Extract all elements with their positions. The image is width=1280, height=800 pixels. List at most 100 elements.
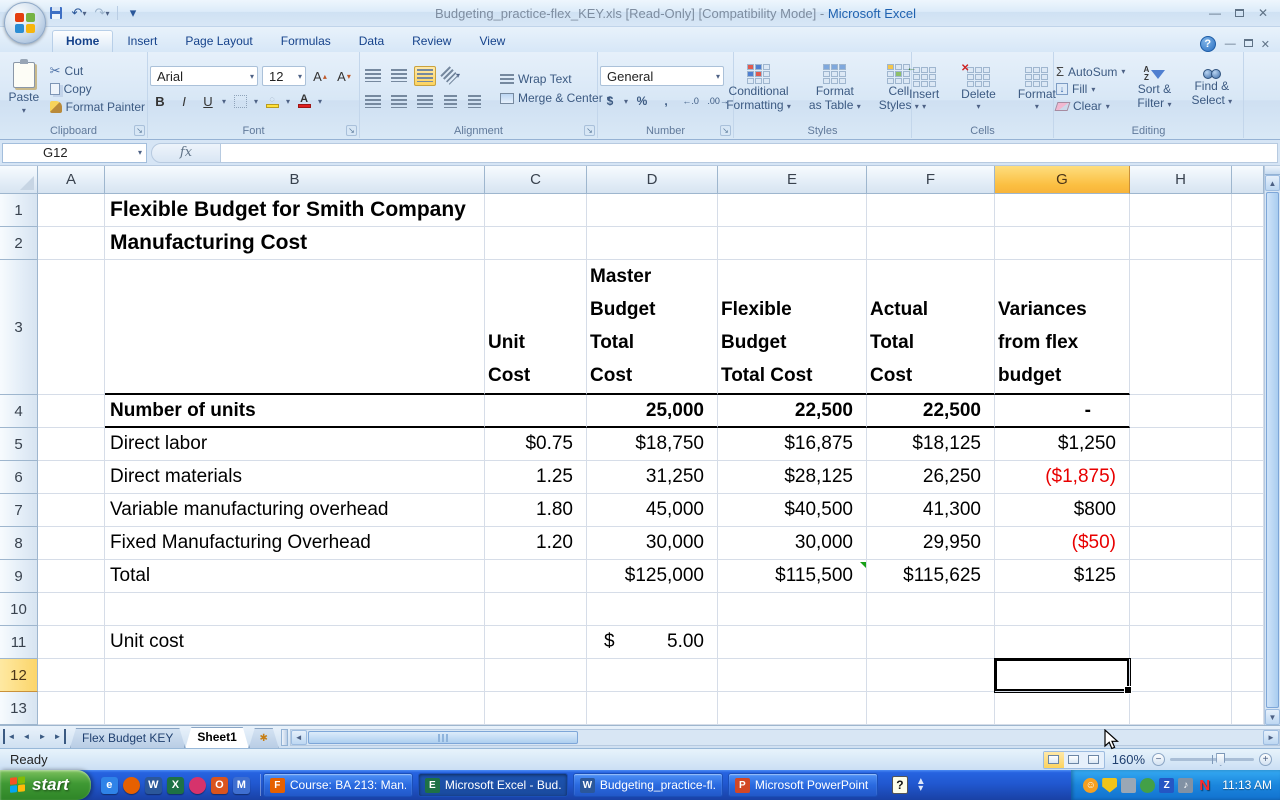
cell-e-10[interactable] [718,593,867,626]
cell-b-8[interactable]: Fixed Manufacturing Overhead [105,527,485,560]
norton-icon[interactable]: N [1197,777,1212,794]
row-header-1[interactable]: 1 [0,194,38,227]
row-header-7[interactable]: 7 [0,494,38,527]
zoom-slider-thumb[interactable] [1216,753,1226,766]
close-button[interactable]: ✕ [1256,6,1270,20]
insert-worksheet-button[interactable]: ✱ [249,728,279,748]
clipboard-dialog-launcher[interactable]: ↘ [134,125,145,136]
cell-partial-12[interactable] [1232,659,1264,692]
bold-button[interactable]: B [150,91,170,111]
cell-g-13[interactable] [995,692,1130,725]
undo-button[interactable]: ↶ ▾ [69,4,89,22]
previous-sheet-button[interactable]: ◄ [19,729,34,744]
cell-b-4[interactable]: Number of units [105,395,485,428]
cell-h-6[interactable] [1130,461,1232,494]
outlook-icon[interactable]: O [210,776,228,794]
column-header-d[interactable]: D [587,166,718,194]
cell-e-3[interactable]: Flexible Budget Total Cost [718,260,867,395]
cell-f-4[interactable]: 22,500 [867,395,995,428]
messenger-tray-icon[interactable]: ☺ [1083,777,1099,793]
shrink-font-button[interactable]: A [334,66,354,86]
alignment-dialog-launcher[interactable]: ↘ [584,125,595,136]
word-icon[interactable]: W [144,776,162,794]
cell-c-10[interactable] [485,593,587,626]
scroll-up-button[interactable]: ▲ [1265,175,1280,191]
cell-h-7[interactable] [1130,494,1232,527]
cell-h-13[interactable] [1130,692,1232,725]
cell-h-1[interactable] [1130,194,1232,227]
align-right-button[interactable] [414,92,436,112]
task-button-excel[interactable]: E Microsoft Excel - Bud... [417,773,568,797]
cell-d-1[interactable] [587,194,718,227]
cell-f-11[interactable] [867,626,995,659]
horizontal-scroll-track[interactable] [578,730,1263,745]
conditional-formatting-button[interactable]: Conditional Formatting ▾ [718,54,799,123]
orientation-button[interactable]: ▾ [440,66,463,86]
cell-partial-6[interactable] [1232,461,1264,494]
office-button[interactable] [4,2,46,44]
underline-button[interactable]: U [198,91,218,111]
cell-d-10[interactable] [587,593,718,626]
underline-dropdown[interactable]: ▾ [222,97,226,106]
cell-d-6[interactable]: 31,250 [587,461,718,494]
zoom-in-button[interactable]: + [1259,753,1272,766]
vertical-scrollbar[interactable]: ▲ ▼ [1264,166,1280,725]
cell-partial-9[interactable] [1232,560,1264,593]
cell-c-4[interactable] [485,395,587,428]
borders-button[interactable] [230,91,250,111]
row-header-11[interactable]: 11 [0,626,38,659]
accounting-format-dropdown[interactable]: ▾ [624,97,628,106]
cell-a-7[interactable] [38,494,105,527]
cell-g-9[interactable]: $125 [995,560,1130,593]
help-tray-icon[interactable]: ? [891,776,908,794]
cell-h-10[interactable] [1130,593,1232,626]
cell-g-6[interactable]: ($1,875) [995,461,1130,494]
redo-button[interactable]: ↷ ▾ [92,4,112,22]
zoom-slider-track[interactable] [1170,753,1254,766]
percent-style-button[interactable]: % [632,91,652,111]
scroll-down-button[interactable]: ▼ [1265,709,1280,725]
cell-b-1[interactable]: Flexible Budget for Smith Company [105,194,485,227]
cell-e-7[interactable]: $40,500 [718,494,867,527]
align-center-button[interactable] [388,92,410,112]
insert-function-button[interactable]: fx [151,142,221,163]
borders-dropdown[interactable]: ▾ [254,97,258,106]
cell-h-11[interactable] [1130,626,1232,659]
increase-decimal-button[interactable]: ←.0 [680,91,701,111]
row-header-5[interactable]: 5 [0,428,38,461]
font-family-select[interactable]: Arial ▾ [150,66,258,86]
autosum-button[interactable]: Σ AutoSum ▾ [1056,64,1125,79]
last-sheet-button[interactable]: ► [51,729,66,744]
font-color-dropdown[interactable]: ▾ [318,97,322,106]
ie-icon[interactable]: e [100,776,118,794]
cell-g-1[interactable] [995,194,1130,227]
cell-c-8[interactable]: 1.20 [485,527,587,560]
horizontal-scrollbar[interactable]: ◄ ► [289,729,1280,746]
formula-input[interactable] [221,142,1278,163]
restore-button[interactable] [1232,6,1246,20]
decrease-indent-button[interactable] [440,92,460,112]
cell-partial-4[interactable] [1232,395,1264,428]
number-format-select[interactable]: General ▾ [600,66,724,86]
cell-d-2[interactable] [587,227,718,260]
copy-button[interactable]: Copy [49,82,145,96]
insert-cells-button[interactable]: ← Insert ▾ [901,54,947,123]
cell-b-10[interactable] [105,593,485,626]
cell-d-12[interactable] [587,659,718,692]
cell-h-2[interactable] [1130,227,1232,260]
cell-e-9[interactable]: $115,500 [718,560,867,593]
cell-partial-3[interactable] [1232,260,1264,395]
scroll-left-button[interactable]: ◄ [290,730,307,745]
cell-e-2[interactable] [718,227,867,260]
update-icon[interactable] [1140,777,1156,793]
cell-c-5[interactable]: $0.75 [485,428,587,461]
split-handle[interactable] [1265,166,1280,175]
cell-f-12[interactable] [867,659,995,692]
cell-e-11[interactable] [718,626,867,659]
task-button-word[interactable]: W Budgeting_practice-fl... [572,773,723,797]
paste-button[interactable]: Paste ▾ [2,54,46,123]
cell-d-9[interactable]: $125,000 [587,560,718,593]
tab-home[interactable]: Home [52,30,114,52]
cell-c-3[interactable]: Unit Cost [485,260,587,395]
key-icon[interactable] [1121,777,1137,793]
